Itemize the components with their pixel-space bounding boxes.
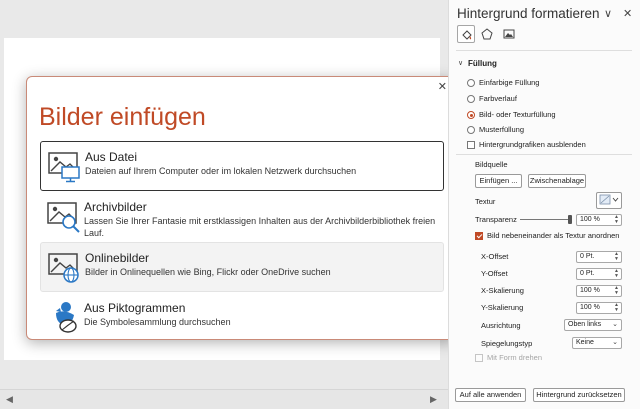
transparency-input[interactable]: 100 % ▲ ▼ [576, 214, 622, 226]
pane-options-chevron-icon[interactable]: ∨ [604, 7, 612, 20]
chevron-down-icon: ⌄ [612, 321, 618, 328]
radio-label: Einfarbige Füllung [479, 78, 540, 87]
transparency-slider-thumb[interactable] [568, 215, 572, 224]
tab-effects[interactable] [478, 25, 496, 43]
picture-icon [503, 29, 515, 39]
y-scale-input[interactable]: 100 % ▲ ▼ [576, 302, 622, 314]
spin-value: 0 Pt. [580, 270, 595, 277]
texture-swatch-icon [599, 194, 619, 205]
section-fill-header[interactable]: Füllung [468, 59, 497, 68]
radio-button[interactable] [467, 126, 475, 134]
radio-button[interactable] [467, 111, 475, 119]
close-icon[interactable]: ✕ [438, 80, 447, 93]
pictogram-icon [56, 302, 77, 333]
option-title: Aus Datei [85, 150, 138, 164]
checkbox[interactable] [467, 141, 475, 149]
dropdown-value: Keine [576, 339, 594, 346]
dialog-title: Bilder einfügen [39, 103, 206, 131]
mirror-type-label: Spiegelungstyp [481, 339, 533, 348]
file-picture-icon [48, 152, 80, 183]
tab-picture[interactable] [500, 25, 518, 43]
spin-value: 0 Pt. [580, 253, 595, 260]
clipboard-button[interactable]: Zwischenablage [528, 174, 586, 188]
checkbox[interactable] [475, 232, 483, 240]
option-pictograms[interactable]: Aus Piktogrammen Die Symbolesammlung dur… [40, 293, 444, 343]
divider [456, 154, 632, 155]
spin-arrows-icon[interactable]: ▲ ▼ [614, 269, 619, 279]
y-offset-input[interactable]: 0 Pt. ▲ ▼ [576, 268, 622, 280]
texture-picker[interactable] [596, 192, 622, 209]
mirror-type-dropdown[interactable]: Keine ⌄ [572, 337, 622, 349]
option-online-pictures[interactable]: Onlinebilder Bilder in Onlinequellen wie… [40, 242, 444, 292]
checkbox-label: Bild nebeneinander als Textur anordnen [487, 231, 620, 240]
close-pane-icon[interactable]: ✕ [623, 7, 632, 20]
apply-to-all-button[interactable]: Auf alle anwenden [455, 388, 526, 402]
spin-arrows-icon[interactable]: ▲ ▼ [614, 215, 619, 225]
spin-arrows-icon[interactable]: ▲ ▼ [614, 286, 619, 296]
transparency-slider-track[interactable] [520, 219, 572, 220]
radio-button[interactable] [467, 95, 475, 103]
option-title: Onlinebilder [85, 251, 150, 265]
spin-value: 100 % [580, 216, 600, 223]
x-scale-input[interactable]: 100 % ▲ ▼ [576, 285, 622, 297]
radio-label: Farbverlauf [479, 94, 517, 103]
fill-bucket-icon [462, 30, 472, 40]
radio-button[interactable] [467, 79, 475, 87]
alignment-label: Ausrichtung [481, 321, 521, 330]
texture-label: Textur [475, 197, 496, 206]
scroll-left-icon[interactable]: ◀ [6, 394, 13, 405]
y-scale-label: Y-Skalierung [481, 303, 524, 312]
insert-picture-button[interactable]: Einfügen ... [475, 174, 522, 188]
section-chevron-icon[interactable]: ∨ [458, 59, 463, 67]
picture-source-label: Bildquelle [475, 160, 508, 169]
option-from-file[interactable]: Aus Datei Dateien auf Ihrem Computer ode… [40, 141, 444, 191]
option-stock-images[interactable]: Archivbilder Lassen Sie Ihrer Fantasie m… [40, 192, 444, 242]
spin-arrows-icon[interactable]: ▲ ▼ [614, 303, 619, 313]
spin-value: 100 % [580, 287, 600, 294]
x-offset-label: X-Offset [481, 252, 509, 261]
tab-fill[interactable] [457, 25, 475, 43]
spin-value: 100 % [580, 304, 600, 311]
scroll-right-icon[interactable]: ▶ [430, 394, 437, 405]
stock-images-icon [47, 202, 80, 233]
dropdown-value: Oben links [568, 321, 602, 328]
canvas-scrollbar[interactable]: ◀ ▶ [0, 389, 448, 409]
checkbox [475, 354, 483, 362]
x-offset-input[interactable]: 0 Pt. ▲ ▼ [576, 251, 622, 263]
x-scale-label: X-Skalierung [481, 286, 524, 295]
divider [456, 50, 632, 51]
pane-title: Hintergrund formatieren [457, 6, 600, 21]
reset-background-button[interactable]: Hintergrund zurücksetzen [533, 388, 625, 402]
spin-arrows-icon[interactable]: ▲ ▼ [614, 252, 619, 262]
pentagon-icon [481, 28, 493, 40]
checkbox-label: Mit Form drehen [487, 353, 543, 362]
chevron-down-icon: ⌄ [612, 339, 618, 346]
option-description: Dateien auf Ihrem Computer oder im lokal… [85, 166, 357, 176]
checkbox-label: Hintergrundgrafiken ausblenden [479, 140, 586, 149]
radio-label: Bild- oder Texturfüllung [479, 110, 556, 119]
online-picture-icon [48, 253, 79, 283]
option-title: Archivbilder [84, 200, 147, 214]
option-description: Lassen Sie Ihrer Fantasie mit erstklassi… [84, 216, 436, 238]
insert-pictures-dialog: ✕ Bilder einfügen Aus Datei Dateien auf … [26, 76, 456, 340]
option-description: Die Symbolesammlung durchsuchen [84, 317, 231, 327]
y-offset-label: Y-Offset [481, 269, 508, 278]
option-title: Aus Piktogrammen [84, 301, 186, 315]
radio-label: Musterfüllung [479, 125, 525, 134]
transparency-label: Transparenz [475, 215, 517, 224]
option-description: Bilder in Onlinequellen wie Bing, Flickr… [85, 267, 331, 277]
alignment-dropdown[interactable]: Oben links ⌄ [564, 319, 622, 331]
